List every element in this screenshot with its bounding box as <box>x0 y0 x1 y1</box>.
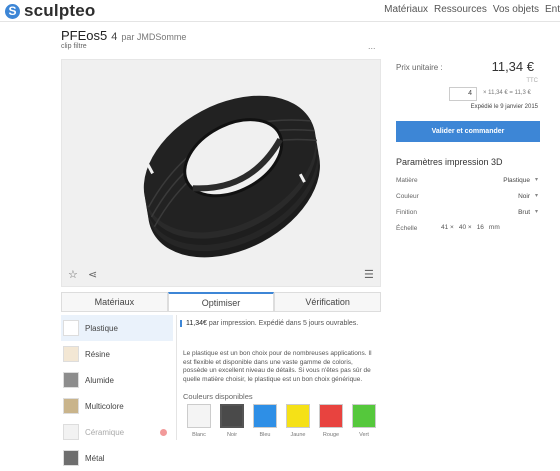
material-swatch <box>63 346 79 362</box>
model-viewer[interactable]: ☆ ⋖ ☰ <box>61 59 381 287</box>
tab-verification[interactable]: Vérification <box>274 292 382 311</box>
param-label: Finition <box>396 209 417 216</box>
color-label: Blanc <box>192 432 206 438</box>
tab-optimize[interactable]: Optimiser <box>167 292 275 311</box>
scale-z[interactable]: 16 <box>477 224 484 231</box>
unavailable-icon <box>160 428 167 436</box>
tax-note: TTC <box>526 78 538 84</box>
chevron-down-icon: ▾ <box>534 209 538 215</box>
scale-x[interactable]: 41 × <box>441 224 454 231</box>
color-swatch-rouge[interactable] <box>319 404 343 428</box>
param-finish[interactable]: Finition Brut ▾ <box>396 207 540 219</box>
param-label: Échelle <box>396 225 418 232</box>
color-swatch-jaune[interactable] <box>286 404 310 428</box>
top-nav: Matériaux Ressources Vos objets Ent <box>384 4 560 15</box>
nav-item-materials[interactable]: Matériaux <box>384 4 428 15</box>
color-label: Vert <box>359 432 369 438</box>
material-item-metal[interactable]: Métal <box>61 445 173 471</box>
material-list: Plastique Résine Alumide Multicolore Cér… <box>61 315 173 471</box>
param-scale: Échelle 41 × 40 × 16 mm <box>396 223 540 235</box>
logo-icon: S <box>5 3 20 19</box>
color-swatches <box>187 404 376 428</box>
product-count: 4 <box>111 31 118 43</box>
material-swatch <box>63 398 79 414</box>
material-item-plastique[interactable]: Plastique <box>61 315 173 341</box>
material-label: Résine <box>85 349 110 359</box>
material-price-suffix: par impression. Expédié dans 5 jours ouv… <box>208 320 359 327</box>
product-subtitle: clip filtre <box>61 43 87 50</box>
color-label: Rouge <box>322 432 340 438</box>
material-item-ceramique[interactable]: Céramique <box>61 419 173 445</box>
param-value: Plastique <box>503 177 530 184</box>
logo-text: sculpteo <box>24 1 96 20</box>
nav-item-my-objects[interactable]: Vos objets <box>493 4 539 15</box>
material-label: Multicolore <box>85 401 124 411</box>
material-swatch <box>63 424 79 440</box>
scale-dimensions: 41 × 40 × 16 mm <box>441 224 500 231</box>
scale-unit[interactable]: mm <box>489 224 500 231</box>
material-description: Le plastique est un bon choix pour de no… <box>183 350 372 383</box>
order-button[interactable]: Valider et commander <box>396 121 540 142</box>
star-icon[interactable]: ☆ <box>68 268 78 281</box>
material-swatch <box>63 450 79 466</box>
color-swatch-vert[interactable] <box>352 404 376 428</box>
product-title-row: PFEos5 4 par JMDSomme <box>61 28 186 43</box>
color-label: Jaune <box>290 432 306 438</box>
material-swatch <box>63 372 79 388</box>
param-material[interactable]: Matière Plastique ▾ <box>396 175 540 187</box>
param-label: Couleur <box>396 193 419 200</box>
param-value: Noir <box>518 193 530 200</box>
scale-y[interactable]: 40 × <box>459 224 472 231</box>
chevron-down-icon: ▾ <box>534 177 538 183</box>
quantity-total: × 11,34 € = 11,3 € <box>483 90 531 96</box>
tab-materials[interactable]: Matériaux <box>61 292 168 311</box>
material-item-alumide[interactable]: Alumide <box>61 367 173 393</box>
material-swatch <box>63 320 79 336</box>
print-params-title: Paramètres impression 3D <box>396 157 503 167</box>
quantity-input[interactable]: 4 <box>449 87 477 101</box>
material-price-line: 11,34€ par impression. Expédié dans 5 jo… <box>180 320 358 327</box>
logo[interactable]: S sculpteo <box>5 1 96 21</box>
sliders-icon[interactable]: ☰ <box>364 268 374 281</box>
param-label: Matière <box>396 177 418 184</box>
top-bar: S sculpteo Matériaux Ressources Vos obje… <box>0 0 560 22</box>
nav-item-resources[interactable]: Ressources <box>434 4 487 15</box>
material-label: Alumide <box>85 375 114 385</box>
material-price: 11,34€ <box>186 320 207 327</box>
threaded-ring-model <box>143 95 320 258</box>
color-label: Noir <box>226 432 238 438</box>
material-label: Plastique <box>85 323 118 333</box>
param-color[interactable]: Couleur Noir ▾ <box>396 191 540 203</box>
unit-price-value: 11,34 € <box>491 59 534 74</box>
unit-price-label: Prix unitaire : <box>396 63 443 72</box>
product-author[interactable]: par JMDSomme <box>121 32 186 42</box>
chevron-down-icon: ▾ <box>534 193 538 199</box>
color-swatch-noir[interactable] <box>220 404 244 428</box>
color-swatch-bleu[interactable] <box>253 404 277 428</box>
shipping-date: Expédié le 9 janvier 2015 <box>470 104 538 110</box>
more-options-icon[interactable]: ... <box>368 41 376 51</box>
material-item-multicolore[interactable]: Multicolore <box>61 393 173 419</box>
material-label: Céramique <box>85 427 125 437</box>
param-value: Brut <box>518 209 530 216</box>
color-swatch-blanc[interactable] <box>187 404 211 428</box>
material-label: Métal <box>85 453 105 463</box>
material-item-resine[interactable]: Résine <box>61 341 173 367</box>
nav-item-enterprise[interactable]: Ent <box>545 4 560 15</box>
colors-title: Couleurs disponibles <box>183 392 253 401</box>
tab-bar: Matériaux Optimiser Vérification <box>61 292 382 312</box>
material-detail: 11,34€ par impression. Expédié dans 5 jo… <box>176 315 381 440</box>
share-icon[interactable]: ⋖ <box>88 268 97 281</box>
color-labels: Blanc Noir Bleu Jaune Rouge Vert <box>187 432 376 438</box>
color-label: Bleu <box>259 432 271 438</box>
product-title: PFEos5 <box>61 28 108 43</box>
